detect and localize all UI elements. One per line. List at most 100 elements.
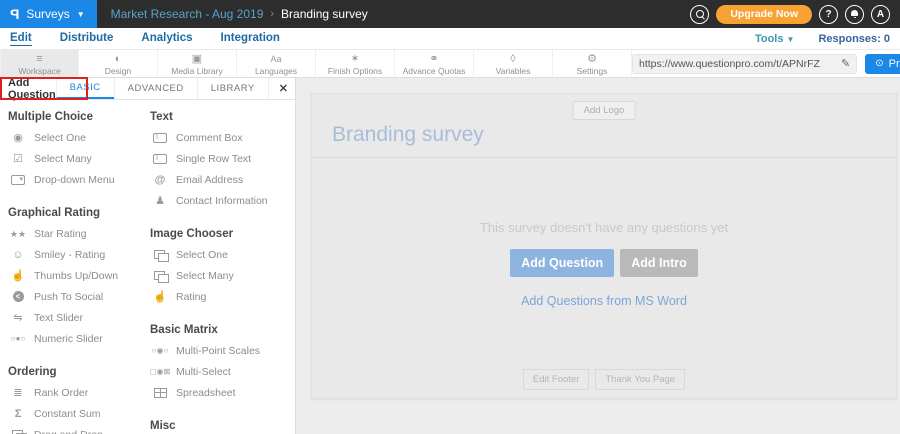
question-type-label: Select One [34, 132, 86, 144]
rank-list-icon: ≣ [8, 387, 28, 399]
question-type-select-many[interactable]: Select Many [150, 265, 292, 286]
toolbar-item-label: Workspace [18, 66, 60, 76]
question-type-comment-box[interactable]: IComment Box [150, 127, 292, 148]
close-panel-button[interactable]: ✕ [268, 78, 298, 99]
surveys-menu[interactable]: P Surveys ▼ [0, 0, 97, 28]
question-type-rating[interactable]: ☝Rating [150, 286, 292, 307]
section-image-chooser: Image ChooserSelect OneSelect Many☝Ratin… [150, 221, 292, 307]
question-type-label: Drop-down Menu [34, 174, 115, 186]
question-type-drop-down-menu[interactable]: ▾Drop-down Menu [8, 169, 150, 190]
question-type-rank-order[interactable]: ≣ Rank Order [8, 382, 150, 403]
section-graphical-rating: Graphical Rating★★Star Rating☺Smiley - R… [8, 200, 150, 349]
notifications-button[interactable] [845, 5, 864, 24]
question-types-list: Multiple Choice ◉ Select One ☑Select Many▾D… [0, 100, 295, 434]
section-title: Basic Matrix [150, 317, 292, 340]
drag-icon [8, 430, 28, 434]
add-question-header[interactable]: Add Question [0, 78, 56, 99]
nav-tab-distribute[interactable]: Distribute [60, 32, 114, 46]
question-type-label: Push To Social [34, 291, 103, 303]
survey-url-input[interactable] [639, 58, 835, 70]
question-type-select-one[interactable]: Select One [150, 244, 292, 265]
empty-state: This survey doesn't have any questions y… [312, 158, 896, 310]
question-type-star-rating[interactable]: ★★Star Rating [8, 223, 150, 244]
question-type-label: Text Slider [34, 312, 83, 324]
toolbar-item-workspace[interactable]: ≡Workspace [0, 50, 79, 77]
add-question-header-label: Add Question [0, 77, 56, 101]
question-type-label: Spreadsheet [176, 387, 236, 399]
toolbar-item-advance-quotas[interactable]: ⚭Advance Quotas [395, 50, 474, 77]
question-type-spreadsheet[interactable]: Spreadsheet [150, 382, 292, 403]
question-type-multi-select[interactable]: ◻◉⊠Multi-Select [150, 361, 292, 382]
translate-icon: Aa [270, 54, 281, 66]
tools-menu[interactable]: Tools ▼ [755, 33, 795, 45]
single-row-icon: I [150, 154, 170, 164]
empty-state-text: This survey doesn't have any questions y… [312, 220, 896, 235]
preview-button[interactable]: ⊙ Preview [865, 54, 900, 74]
toolbar-item-label: Advance Quotas [403, 66, 466, 76]
upgrade-now-button[interactable]: Upgrade Now [716, 5, 812, 24]
question-type-numeric-slider[interactable]: ○●○Numeric Slider [8, 328, 150, 349]
toolbar-item-finish-options[interactable]: ✶Finish Options [316, 50, 395, 77]
question-type-single-row-text[interactable]: ISingle Row Text [150, 148, 292, 169]
toolbar-items: ≡Workspace◐Design▣Media LibraryAaLanguag… [0, 50, 632, 77]
nav-tab-edit[interactable]: Edit [10, 32, 32, 46]
question-type-smiley-rating[interactable]: ☺Smiley - Rating [8, 244, 150, 265]
avatar[interactable]: A [871, 5, 890, 24]
question-type-select-one[interactable]: ◉ Select One [8, 127, 150, 148]
panel-tab-advanced[interactable]: ADVANCED [114, 78, 197, 99]
breadcrumb-parent[interactable]: Market Research - Aug 2019 [111, 7, 264, 21]
question-type-label: Thumbs Up/Down [34, 270, 118, 282]
help-button[interactable]: ? [819, 5, 838, 24]
nav-tab-integration[interactable]: Integration [221, 32, 280, 46]
chevron-down-icon: ▼ [787, 35, 795, 44]
at-icon: @ [150, 174, 170, 186]
add-questions-from-ms-word-link[interactable]: Add Questions from MS Word [521, 294, 687, 308]
nav-tabs: Edit Distribute Analytics Integration [10, 32, 280, 46]
chevron-down-icon: ▼ [77, 10, 85, 19]
add-intro-button[interactable]: Add Intro [620, 249, 698, 277]
edit-url-icon[interactable]: ✎ [841, 57, 850, 70]
toolbar-right: ✎ ⊙ Preview [632, 50, 900, 77]
thank-you-page-button[interactable]: Thank You Page [595, 369, 685, 390]
share-icon: < [8, 291, 28, 302]
add-question-button[interactable]: Add Question [510, 249, 614, 277]
section-title: Misc [150, 413, 292, 434]
section-misc: MiscDate / Time [150, 413, 292, 434]
panel-tabs: BASICADVANCEDLIBRARY [56, 78, 268, 99]
question-type-multi-point-scales[interactable]: ○◉○Multi-Point Scales [150, 340, 292, 361]
toolbar-item-label: Design [105, 66, 131, 76]
toolbar-item-settings[interactable]: ⚙Settings [553, 50, 632, 77]
toolbar-item-variables[interactable]: ◊Variables [474, 50, 553, 77]
question-type-label: Select Many [176, 270, 234, 282]
toolbar-item-media-library[interactable]: ▣Media Library [158, 50, 237, 77]
question-type-email-address[interactable]: @Email Address [150, 169, 292, 190]
search-button[interactable] [690, 5, 709, 24]
section-ordering: Ordering≣Rank OrderΣConstant SumDrag and… [8, 359, 150, 434]
breadcrumb-current: Branding survey [281, 7, 368, 21]
section-title: Multiple Choice [8, 104, 150, 127]
question-type-label: Rank Order [34, 387, 88, 399]
question-types-column-2: TextIComment BoxISingle Row Text@Email A… [150, 104, 292, 434]
radio-icon: ◉ [8, 132, 28, 144]
nav-tab-analytics[interactable]: Analytics [141, 32, 192, 46]
panel-tab-basic[interactable]: BASIC [56, 78, 114, 99]
question-type-label: Constant Sum [34, 408, 101, 420]
toolbar-item-label: Variables [496, 66, 531, 76]
edit-footer-button[interactable]: Edit Footer [523, 369, 589, 390]
question-type-thumbs-up-down[interactable]: ☝Thumbs Up/Down [8, 265, 150, 286]
question-type-push-to-social[interactable]: < Push To Social [8, 286, 150, 307]
toolbar-item-label: Finish Options [328, 66, 382, 76]
add-logo-button[interactable]: Add Logo [573, 101, 636, 120]
survey-title[interactable]: Branding survey [332, 123, 484, 147]
toolbar-item-languages[interactable]: AaLanguages [237, 50, 316, 77]
panel-tab-library[interactable]: LIBRARY [197, 78, 268, 99]
toolbar-item-design[interactable]: ◐Design [79, 50, 158, 77]
question-type-select-many[interactable]: ☑Select Many [8, 148, 150, 169]
question-type-drag-and-drop[interactable]: Drag and Drop [8, 424, 150, 434]
question-type-constant-sum[interactable]: ΣConstant Sum [8, 403, 150, 424]
question-type-contact-information[interactable]: ♟Contact Information [150, 190, 292, 211]
question-type-label: Smiley - Rating [34, 249, 105, 261]
question-type-text-slider[interactable]: ⇋Text Slider [8, 307, 150, 328]
thumb-icon: ☝ [150, 291, 170, 303]
panel-header: Add Question BASICADVANCEDLIBRARY ✕ [0, 78, 295, 100]
